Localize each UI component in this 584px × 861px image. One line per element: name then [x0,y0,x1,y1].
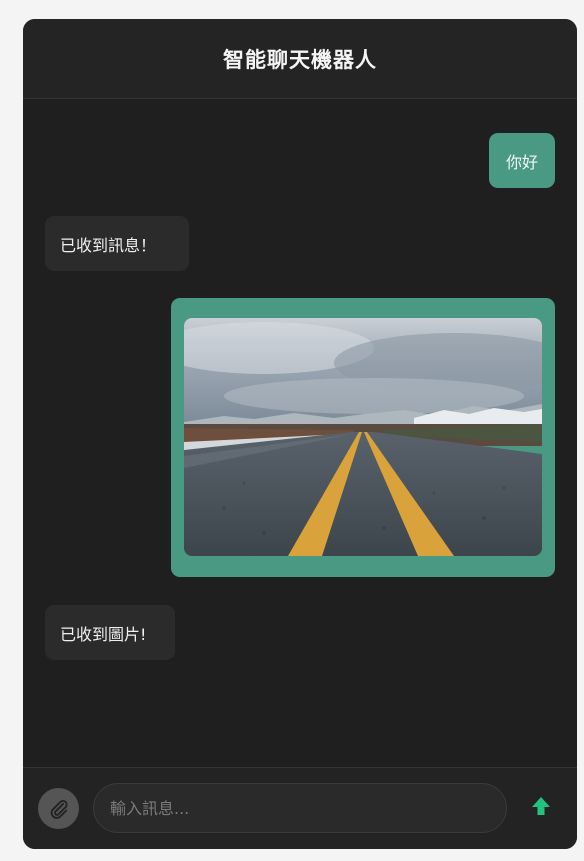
bot-message-bubble: 已收到訊息！ [45,216,189,271]
message-composer [23,767,577,849]
bot-message-bubble: 已收到圖片! [45,605,175,660]
attach-button[interactable] [38,788,79,829]
user-image-message [171,298,555,577]
send-button[interactable] [523,788,559,824]
message-input[interactable] [93,783,507,833]
paperclip-icon [50,799,68,819]
chat-header: 智能聊天機器人 [23,19,577,99]
chat-window: 智能聊天機器人 你好 已收到訊息！ 已收到圖片! 輸入訊息... [23,19,577,849]
chat-title: 智能聊天機器人 [223,47,377,72]
road-photo[interactable] [184,318,542,556]
user-message-bubble: 你好 [489,133,555,188]
arrow-up-icon [532,797,550,815]
